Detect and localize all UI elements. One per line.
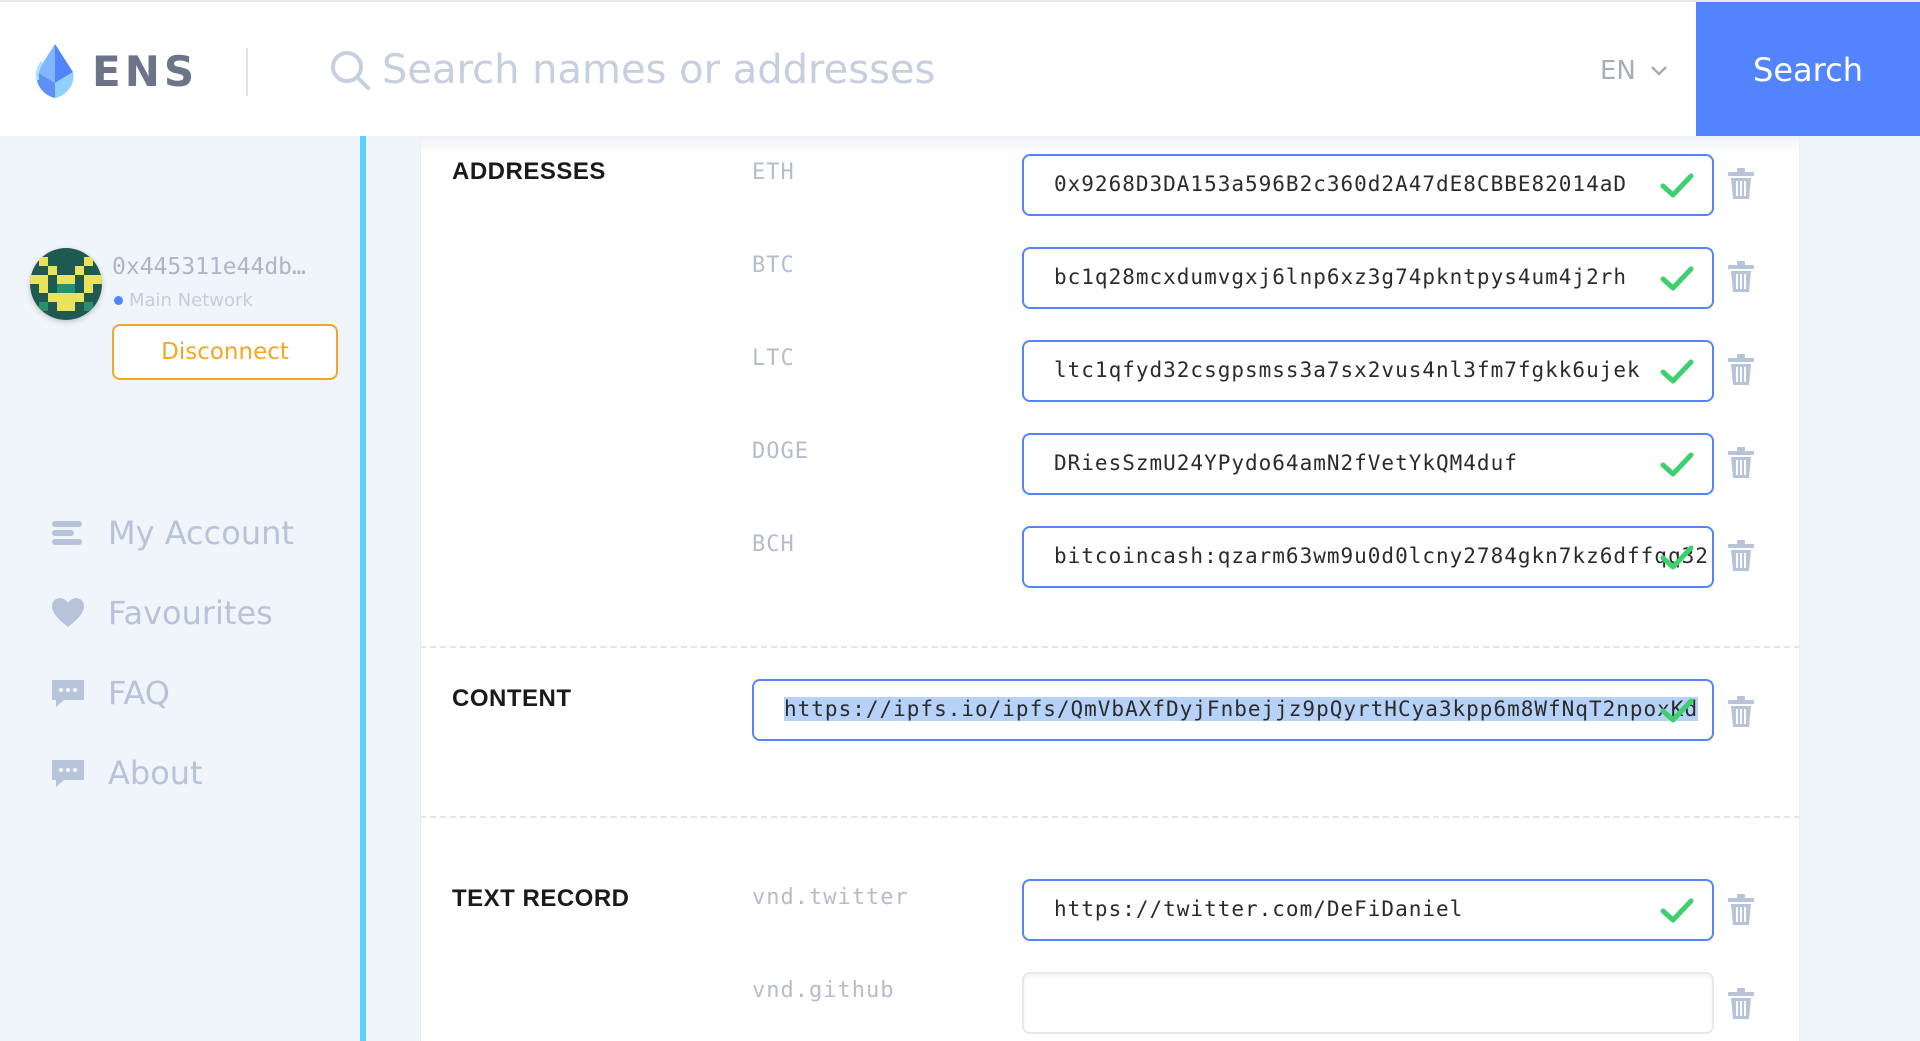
section-divider (420, 646, 1800, 648)
header-divider (246, 48, 248, 96)
sidebar-item-my-account[interactable]: My Account (50, 514, 294, 552)
record-key-bch: BCH (752, 532, 795, 557)
trash-icon[interactable] (1726, 894, 1756, 926)
sidebar-item-label: Favourites (108, 594, 273, 632)
trash-icon[interactable] (1726, 168, 1756, 200)
section-title-text-record: TEXT RECORD (452, 885, 630, 912)
sidebar-item-label: FAQ (108, 674, 170, 712)
chat-bubble-icon (52, 760, 84, 787)
chevron-down-icon (1651, 66, 1667, 76)
trash-icon[interactable] (1726, 354, 1756, 386)
record-key-eth: ETH (752, 160, 795, 185)
record-value: https://ipfs.io/ipfs/QmVbAXfDyjFnbejjz9p… (784, 697, 1699, 721)
list-icon (52, 521, 82, 545)
check-icon (1660, 452, 1694, 477)
record-value: bitcoincash:qzarm63wm9u0d0lcny2784gkn7kz… (1054, 544, 1709, 568)
record-key-ltc: LTC (752, 346, 795, 371)
record-field-btc[interactable]: bc1q28mcxdumvgxj6lnp6xz3g74pkntpys4um4j2… (1022, 247, 1714, 309)
trash-icon[interactable] (1726, 988, 1756, 1020)
card-top-shadow (420, 136, 1800, 154)
network-label: Main Network (129, 290, 253, 311)
record-value: DRiesSzmU24YPydo64amN2fVetYkQM4duf (1054, 451, 1518, 475)
section-title-addresses: ADDRESSES (452, 158, 606, 185)
check-icon (1660, 173, 1694, 198)
sidebar-item-faq[interactable]: FAQ (50, 674, 170, 712)
check-icon (1660, 545, 1694, 570)
record-key-btc: BTC (752, 253, 795, 278)
account-address: 0x445311e44db… (112, 254, 306, 280)
trash-icon[interactable] (1726, 447, 1756, 479)
search-icon (331, 51, 370, 90)
language-selector[interactable]: EN (1600, 56, 1668, 86)
section-title-content: CONTENT (452, 685, 572, 712)
ens-logo-icon (35, 44, 74, 98)
sidebar-item-about[interactable]: About (50, 754, 203, 792)
record-field-vnd-github[interactable] (1022, 972, 1714, 1034)
record-value: bc1q28mcxdumvgxj6lnp6xz3g74pkntpys4um4j2… (1054, 265, 1628, 289)
record-field-eth[interactable]: 0x9268D3DA153a596B2c360d2A47dE8CBBE82014… (1022, 154, 1714, 216)
check-icon (1660, 266, 1694, 291)
trash-icon[interactable] (1726, 540, 1756, 572)
record-field-doge[interactable]: DRiesSzmU24YPydo64amN2fVetYkQM4duf (1022, 433, 1714, 495)
record-field-vnd-twitter[interactable]: https://twitter.com/DeFiDaniel (1022, 879, 1714, 941)
search-input[interactable] (382, 40, 1482, 100)
identicon-icon (30, 248, 102, 320)
selected-text: https://ipfs.io/ipfs/QmVbAXfDyjFnbejjz9p… (784, 697, 1699, 721)
sidebar-item-label: About (108, 754, 203, 792)
check-icon (1660, 898, 1694, 923)
section-divider (420, 816, 1800, 818)
record-field-ltc[interactable]: ltc1qfyd32csgpsmss3a7sx2vus4nl3fm7fgkk6u… (1022, 340, 1714, 402)
logo-text: ENS (92, 46, 199, 96)
record-value: https://twitter.com/DeFiDaniel (1054, 897, 1464, 921)
record-field-bch[interactable]: bitcoincash:qzarm63wm9u0d0lcny2784gkn7kz… (1022, 526, 1714, 588)
network-dot-icon (114, 296, 123, 305)
record-key-doge: DOGE (752, 439, 809, 464)
content-hash-field[interactable]: https://ipfs.io/ipfs/QmVbAXfDyjFnbejjz9p… (752, 679, 1714, 741)
trash-icon[interactable] (1726, 261, 1756, 293)
top-header: ENS EN Search (0, 0, 1920, 138)
record-value: 0x9268D3DA153a596B2c360d2A47dE8CBBE82014… (1054, 172, 1628, 196)
trash-icon[interactable] (1726, 696, 1756, 728)
record-value: ltc1qfyd32csgpsmss3a7sx2vus4nl3fm7fgkk6u… (1054, 358, 1641, 382)
ens-logo[interactable]: ENS (28, 42, 198, 100)
record-key-vnd-github: vnd.github (752, 978, 895, 1003)
chat-bubble-icon (52, 680, 84, 707)
record-key-vnd-twitter: vnd.twitter (752, 885, 909, 910)
disconnect-button[interactable]: Disconnect (112, 324, 338, 380)
language-label: EN (1600, 56, 1636, 86)
avatar (30, 248, 102, 320)
check-icon (1660, 698, 1694, 723)
search-button[interactable]: Search (1696, 2, 1920, 138)
network-status: Main Network (114, 290, 253, 311)
sidebar-item-favourites[interactable]: Favourites (50, 594, 273, 632)
sidebar-item-label: My Account (108, 514, 294, 552)
heart-icon (52, 598, 84, 627)
check-icon (1660, 359, 1694, 384)
